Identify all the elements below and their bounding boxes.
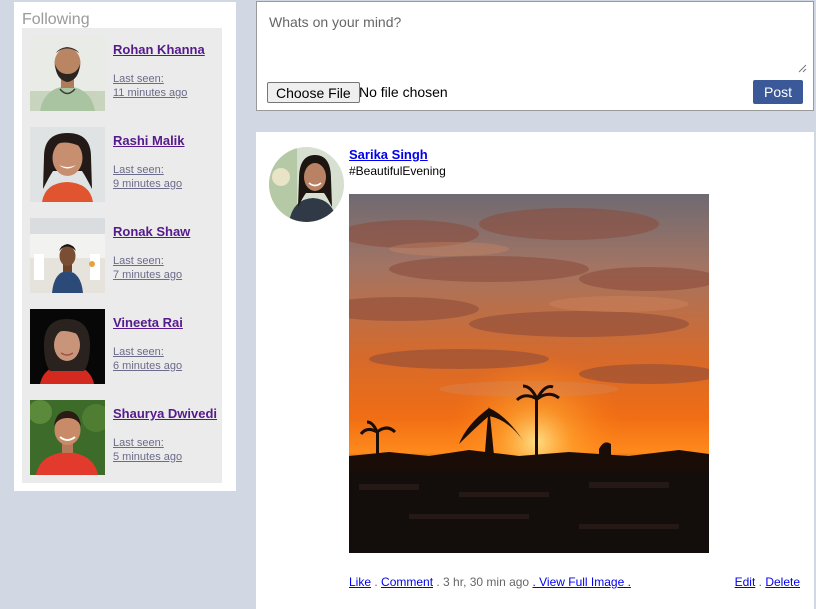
post-composer: Choose File No file chosen Post — [256, 1, 814, 111]
friend-last-seen[interactable]: Last seen: 7 minutes ago — [113, 254, 182, 282]
friend-item[interactable]: Ronak Shaw Last seen: 7 minutes ago — [30, 218, 220, 294]
last-seen-label: Last seen: — [113, 164, 164, 176]
following-list: Rohan Khanna Last seen: 11 minutes ago R… — [22, 28, 222, 483]
last-seen-value: 7 minutes ago — [113, 269, 183, 281]
friend-item[interactable]: Rashi Malik Last seen: 9 minutes ago — [30, 127, 220, 203]
last-seen-label: Last seen: — [113, 437, 164, 449]
choose-file-button[interactable]: Choose File — [267, 82, 360, 103]
like-link[interactable]: Like — [349, 575, 371, 589]
last-seen-label: Last seen: — [113, 73, 164, 85]
last-seen-value: 9 minutes ago — [113, 178, 183, 190]
file-status-text: No file chosen — [359, 84, 448, 100]
post-author-avatar[interactable] — [269, 147, 344, 222]
friend-last-seen[interactable]: Last seen: 11 minutes ago — [113, 72, 187, 100]
following-title: Following — [22, 11, 90, 28]
following-panel: Following Rohan Khanna Last seen: 11 min… — [14, 2, 236, 491]
post-owner-actions: Edit . Delete — [735, 575, 800, 589]
post-actions: Like . Comment . 3 hr, 30 min ago . View… — [349, 575, 631, 589]
friend-name-link[interactable]: Shaurya Dwivedi — [113, 406, 217, 421]
last-seen-label: Last seen: — [113, 255, 164, 267]
view-full-image-link[interactable]: . View Full Image . — [532, 575, 630, 589]
last-seen-label: Last seen: — [113, 346, 164, 358]
friend-name-link[interactable]: Rohan Khanna — [113, 42, 205, 57]
last-seen-value: 6 minutes ago — [113, 360, 183, 372]
friend-avatar[interactable] — [30, 400, 105, 475]
edit-link[interactable]: Edit — [735, 575, 756, 589]
friend-avatar[interactable] — [30, 36, 105, 111]
friend-avatar[interactable] — [30, 127, 105, 202]
post-image[interactable] — [349, 194, 709, 553]
friend-item[interactable]: Shaurya Dwivedi Last seen: 5 minutes ago — [30, 400, 220, 476]
separator: . — [755, 575, 766, 589]
friend-name-link[interactable]: Vineeta Rai — [113, 315, 183, 330]
post-button[interactable]: Post — [753, 80, 803, 104]
friend-last-seen[interactable]: Last seen: 6 minutes ago — [113, 345, 182, 373]
separator: . — [371, 575, 382, 589]
post-timestamp: . 3 hr, 30 min ago — [433, 575, 533, 589]
friend-last-seen[interactable]: Last seen: 5 minutes ago — [113, 436, 182, 464]
feed-post: Sarika Singh #BeautifulEvening Like . Co… — [256, 132, 814, 609]
friend-avatar[interactable] — [30, 309, 105, 384]
comment-link[interactable]: Comment — [381, 575, 433, 589]
post-caption: #BeautifulEvening — [349, 164, 446, 178]
friend-last-seen[interactable]: Last seen: 9 minutes ago — [113, 163, 182, 191]
friend-avatar[interactable] — [30, 218, 105, 293]
friend-name-link[interactable]: Rashi Malik — [113, 133, 185, 148]
delete-link[interactable]: Delete — [765, 575, 800, 589]
last-seen-value: 5 minutes ago — [113, 451, 183, 463]
friend-name-link[interactable]: Ronak Shaw — [113, 224, 190, 239]
last-seen-value: 11 minutes ago — [113, 87, 188, 99]
status-textarea[interactable] — [257, 2, 813, 76]
resize-grip-icon[interactable] — [798, 64, 807, 73]
friend-item[interactable]: Rohan Khanna Last seen: 11 minutes ago — [30, 36, 220, 112]
post-author-link[interactable]: Sarika Singh — [349, 147, 428, 162]
friend-item[interactable]: Vineeta Rai Last seen: 6 minutes ago — [30, 309, 220, 385]
